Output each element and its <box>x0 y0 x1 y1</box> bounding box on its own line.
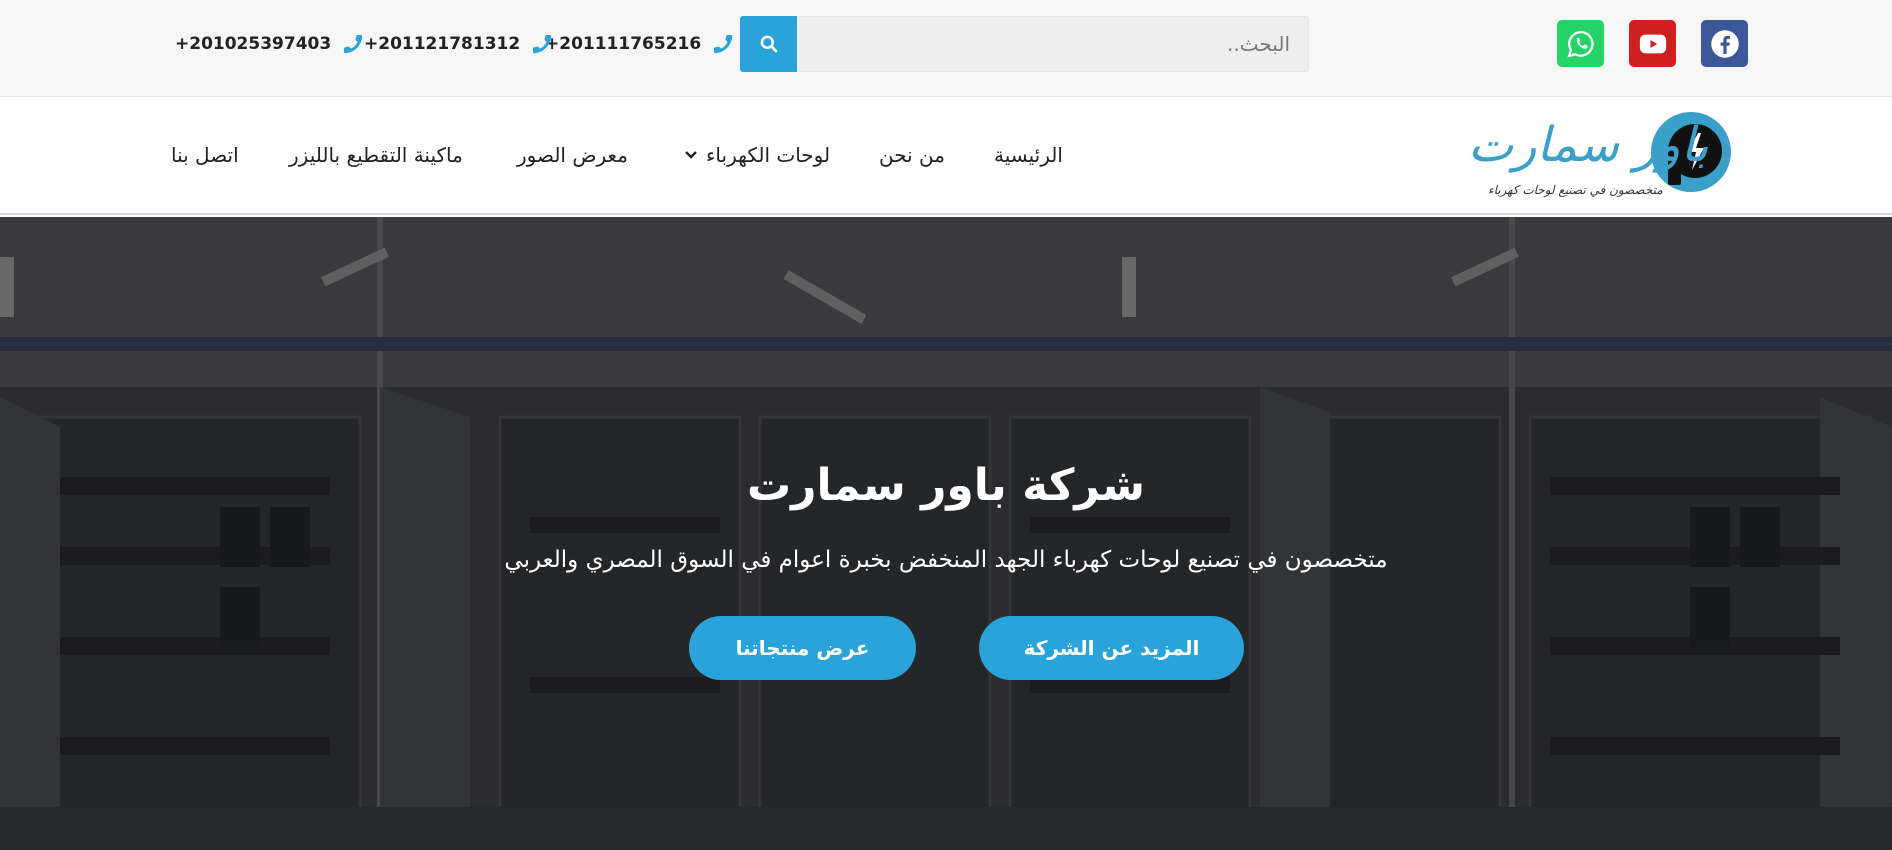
nav-item-home[interactable]: الرئيسية <box>994 143 1063 167</box>
logo-name: باور سمارت <box>1468 117 1709 173</box>
search-input[interactable] <box>797 16 1309 72</box>
facebook-icon <box>1710 29 1739 58</box>
phone-link-1[interactable]: +201111765216 <box>545 30 735 58</box>
hero-overlay <box>0 217 1892 850</box>
phone-link-2[interactable]: +201121781312 <box>364 30 554 58</box>
nav-item-label: الرئيسية <box>994 143 1063 167</box>
nav-item-about[interactable]: من نحن <box>879 143 945 167</box>
search-button[interactable] <box>740 16 797 72</box>
nav-item-label: لوحات الكهرباء <box>706 143 831 167</box>
phone-icon <box>533 34 552 54</box>
whatsapp-link[interactable] <box>1557 20 1604 67</box>
phone-icon <box>714 34 733 54</box>
nav-item-label: من نحن <box>879 143 945 167</box>
top-bar: +201111765216 +201121781312 +20102539740… <box>0 0 1892 97</box>
hero-section: شركة باور سمارت متخصصون في تصنيع لوحات ك… <box>0 217 1892 850</box>
chevron-down-icon <box>685 151 697 159</box>
youtube-link[interactable] <box>1629 20 1676 67</box>
search-bar <box>740 16 1309 72</box>
hero-title: شركة باور سمارت <box>746 460 1146 511</box>
phone-number: +201025397403 <box>175 34 332 54</box>
youtube-icon <box>1639 34 1666 53</box>
phone-link-3[interactable]: +201025397403 <box>175 30 365 58</box>
nav-item-gallery[interactable]: معرض الصور <box>517 143 628 167</box>
facebook-link[interactable] <box>1701 20 1748 67</box>
nav-item-label: معرض الصور <box>517 143 628 167</box>
nav-item-contact[interactable]: اتصل بنا <box>171 143 239 167</box>
nav-item-laser-cutting[interactable]: ماكينة التقطيع بالليزر <box>289 143 463 167</box>
view-products-button[interactable]: عرض منتجاتنا <box>689 616 916 680</box>
site-logo[interactable]: باور سمارت متخصصون في تصنيع لوحات كهرباء <box>1462 109 1732 201</box>
search-icon <box>760 35 777 53</box>
phone-number: +201121781312 <box>364 34 521 54</box>
phone-icon <box>344 34 363 54</box>
nav-item-electrical-panels[interactable]: لوحات الكهرباء <box>684 143 830 167</box>
hero-subtitle: متخصصون في تصنيع لوحات كهرباء الجهد المن… <box>504 547 1388 573</box>
about-company-button[interactable]: المزيد عن الشركة <box>979 616 1244 680</box>
nav-item-label: اتصل بنا <box>171 143 239 167</box>
logo-tagline: متخصصون في تصنيع لوحات كهرباء <box>1488 183 1663 197</box>
phone-number: +201111765216 <box>545 34 702 54</box>
main-header: باور سمارت متخصصون في تصنيع لوحات كهرباء… <box>0 97 1892 215</box>
nav-item-label: ماكينة التقطيع بالليزر <box>289 143 463 167</box>
whatsapp-icon <box>1566 30 1594 57</box>
